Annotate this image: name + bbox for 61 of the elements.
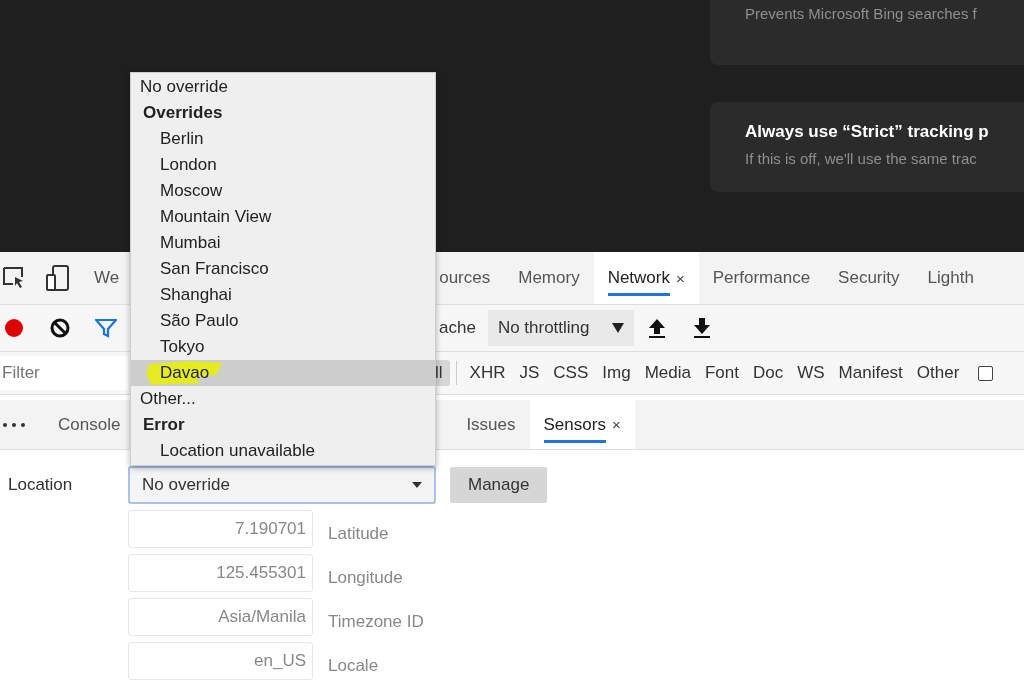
- menu-option[interactable]: Mountain View: [131, 204, 435, 230]
- clear-icon[interactable]: [50, 318, 70, 338]
- close-tab-button[interactable]: ×: [611, 416, 621, 433]
- filter-icon[interactable]: [95, 318, 117, 338]
- menu-option[interactable]: San Francisco: [131, 256, 435, 282]
- resource-type-filter[interactable]: XHR: [462, 360, 513, 386]
- sensor-field[interactable]: 125.455301: [128, 554, 313, 592]
- panel-tab[interactable]: Network ×: [593, 252, 699, 304]
- menu-option[interactable]: London: [131, 152, 435, 178]
- sensor-field[interactable]: en_US: [128, 642, 313, 680]
- disable-cache-label: ache: [439, 318, 476, 338]
- record-button[interactable]: [4, 318, 24, 338]
- field-label: Latitude: [328, 523, 389, 544]
- panel-tab[interactable]: We: [80, 252, 134, 304]
- download-icon[interactable]: [692, 318, 711, 338]
- resource-type-filter[interactable]: Media: [637, 360, 698, 386]
- panel-tab[interactable]: Issues: [452, 400, 530, 449]
- panel-tab[interactable]: Sensors ×: [529, 400, 635, 449]
- setting-description: Prevents Microsoft Bing searches f: [745, 5, 977, 22]
- filter-field[interactable]: Filter: [0, 356, 128, 390]
- panel-tab[interactable]: Performance: [698, 252, 825, 304]
- manage-button[interactable]: Manage: [450, 467, 548, 503]
- setting-title: Always use “Strict” tracking p: [745, 122, 990, 142]
- more-icon[interactable]: [2, 421, 26, 428]
- close-tab-button[interactable]: ×: [676, 269, 685, 287]
- resource-type-filter[interactable]: Font: [697, 360, 746, 386]
- menu-option[interactable]: Berlin: [131, 126, 435, 152]
- resource-type-filter[interactable]: WS: [790, 360, 832, 386]
- upload-icon[interactable]: [647, 318, 666, 338]
- menu-option[interactable]: Shanghai: [131, 282, 435, 308]
- resource-type-filter[interactable]: Manifest: [831, 360, 910, 386]
- menu-option[interactable]: No override: [131, 74, 435, 100]
- field-label: Timezone ID: [328, 611, 424, 632]
- device-toolbar-icon[interactable]: [46, 265, 70, 291]
- panel-tab[interactable]: Memory: [504, 252, 594, 304]
- setting-description: If this is off, we'll use the same trac: [745, 150, 978, 167]
- location-label: Location: [8, 475, 74, 495]
- resource-type-filter[interactable]: Doc: [745, 360, 791, 386]
- location-select[interactable]: No override: [128, 466, 436, 504]
- dropdown-arrow-icon: [611, 323, 624, 333]
- resource-type-filter[interactable]: CSS: [546, 360, 596, 386]
- checkbox[interactable]: [978, 365, 994, 381]
- throttling-select[interactable]: No throttling: [487, 310, 634, 346]
- resource-type-filter[interactable]: Other: [909, 360, 967, 386]
- menu-group-heading: Error: [142, 414, 186, 436]
- menu-option[interactable]: Davao: [131, 360, 435, 386]
- menu-option[interactable]: Tokyo: [131, 334, 435, 360]
- menu-option[interactable]: São Paulo: [131, 308, 435, 334]
- panel-tab[interactable]: Lighth: [913, 252, 988, 304]
- resource-type-filter[interactable]: JS: [512, 360, 547, 386]
- sensor-field[interactable]: 7.190701: [128, 510, 313, 548]
- inspect-icon[interactable]: [2, 266, 26, 290]
- resource-type-filter[interactable]: Img: [595, 360, 638, 386]
- menu-group-heading: Overrides: [142, 102, 224, 124]
- sensor-field[interactable]: Asia/Manila: [128, 598, 313, 636]
- dropdown-arrow-icon: [412, 482, 422, 488]
- menu-option[interactable]: Moscow: [131, 178, 435, 204]
- panel-tab[interactable]: Security: [824, 252, 914, 304]
- field-label: Longitude: [328, 567, 403, 588]
- menu-option[interactable]: Mumbai: [131, 230, 435, 256]
- field-label: Locale: [328, 655, 379, 676]
